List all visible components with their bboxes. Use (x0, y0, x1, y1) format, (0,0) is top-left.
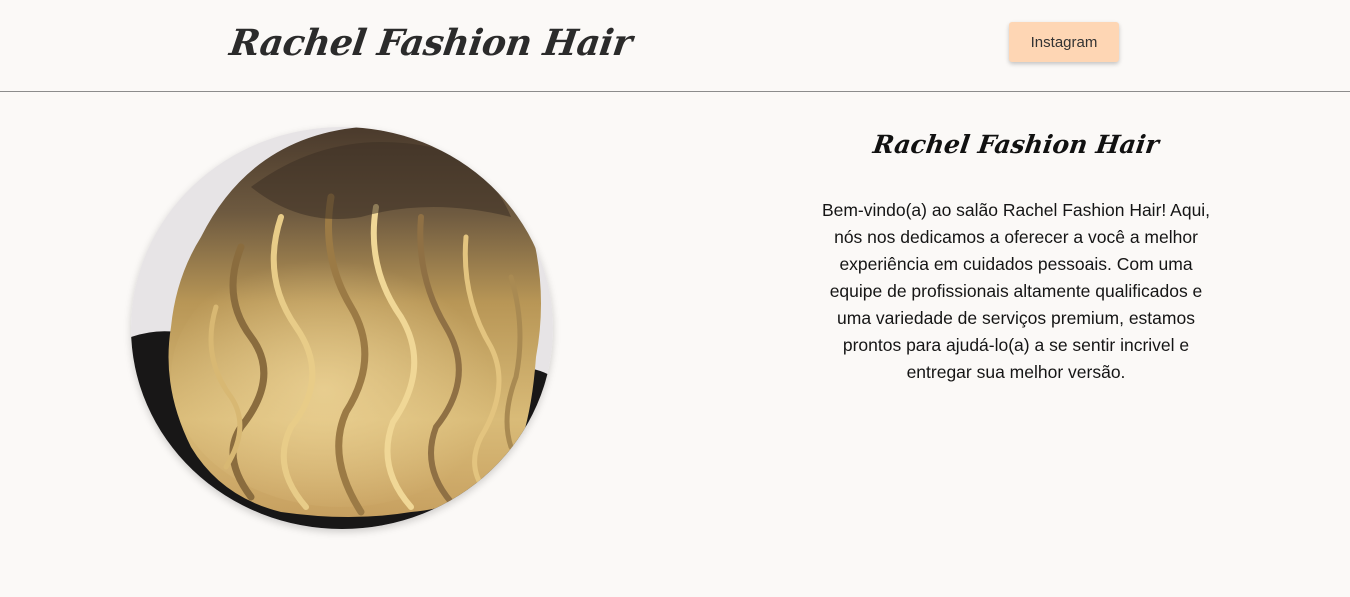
welcome-text: Bem-vindo(a) ao salão Rachel Fashion Hai… (821, 200, 1211, 382)
section-title: Rachel Fashion Hair (871, 130, 1161, 159)
hair-photo (131, 127, 553, 529)
instagram-button[interactable]: Instagram (1009, 22, 1119, 62)
site-header: Rachel Fashion Hair Instagram (0, 0, 1350, 92)
site-logo[interactable]: Rachel Fashion Hair (227, 22, 634, 64)
